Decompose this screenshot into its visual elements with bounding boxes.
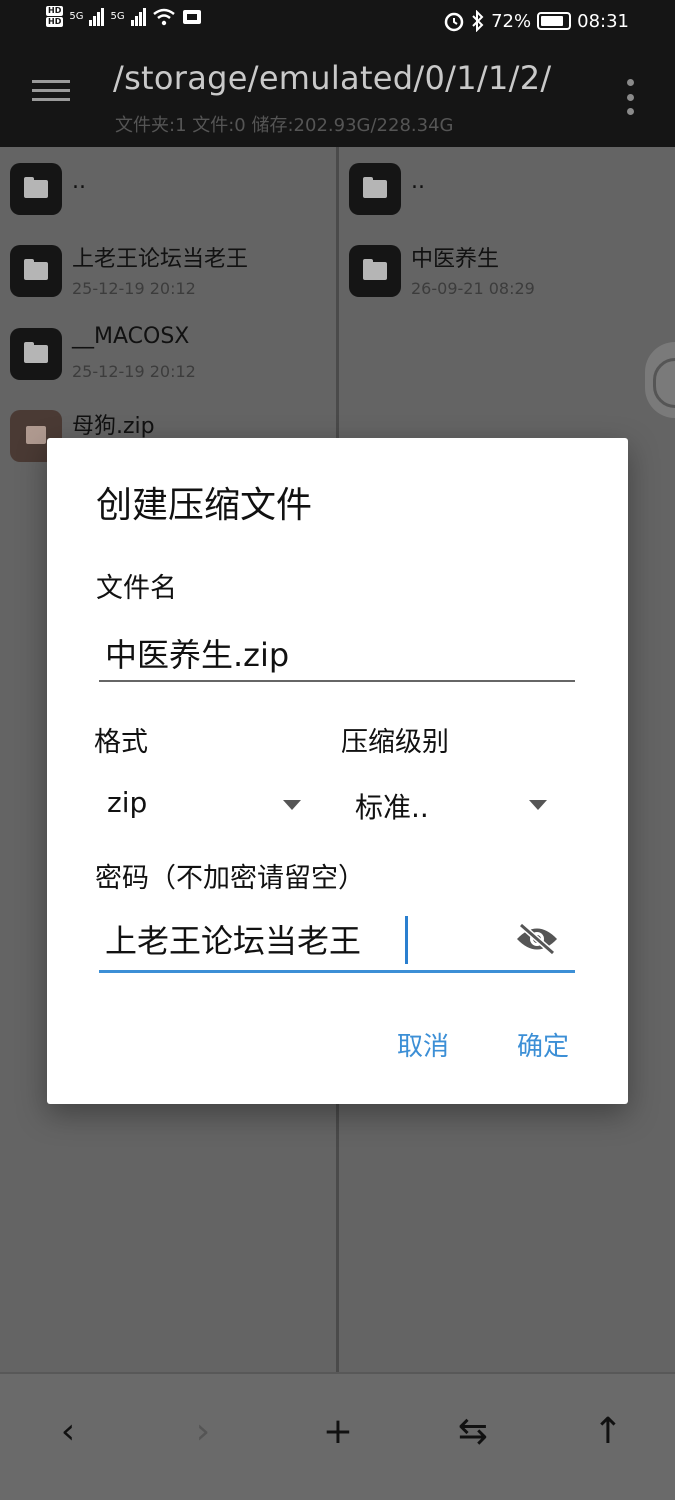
create-archive-dialog: 创建压缩文件 文件名 中医养生.zip 格式 压缩级别 zip 标准.. 密码（… <box>47 438 628 1104</box>
list-item[interactable]: 上老王论坛当老王 25-12-19 20:12 <box>0 237 336 317</box>
folder-icon <box>10 163 62 215</box>
storage-stats: 文件夹:1 文件:0 储存:202.93G/228.34G <box>115 115 454 136</box>
format-value: zip <box>107 786 148 819</box>
folder-icon <box>10 328 62 380</box>
hd-badges: HD HD <box>46 6 64 27</box>
level-value: 标准.. <box>355 791 429 824</box>
password-value: 上老王论坛当老王 <box>105 922 362 960</box>
alarm-icon <box>444 12 464 32</box>
swap-panes-button[interactable]: ⇆ <box>443 1402 503 1462</box>
filename-label: 文件名 <box>96 573 177 604</box>
password-field[interactable]: 上老王论坛当老王 <box>99 910 575 974</box>
item-name: 上老王论坛当老王 <box>72 247 249 272</box>
ok-button[interactable]: 确定 <box>517 1026 569 1063</box>
item-name: 母狗.zip <box>72 414 155 439</box>
app-bar: /storage/emulated/0/1/1/2/ 文件夹:1 文件:0 储存… <box>0 45 675 147</box>
dialog-title: 创建压缩文件 <box>96 485 313 526</box>
item-name: .. <box>411 169 425 194</box>
forward-button[interactable]: › <box>173 1402 233 1462</box>
more-options-icon[interactable] <box>625 79 635 115</box>
status-left: HD HD 5G 5G <box>46 6 202 27</box>
password-underline <box>99 970 575 973</box>
signal-icon-2 <box>130 7 146 26</box>
bluetooth-icon <box>472 10 484 32</box>
item-name: .. <box>72 169 86 194</box>
format-label: 格式 <box>94 727 148 758</box>
chevron-down-icon <box>529 800 547 810</box>
list-item[interactable]: 中医养生 26-09-21 08:29 <box>339 237 675 317</box>
filename-field[interactable]: 中医养生.zip <box>99 626 575 684</box>
hd-badge-2: HD <box>46 17 64 27</box>
status-right: 72% 08:31 <box>443 10 629 32</box>
floating-handle[interactable] <box>645 342 675 418</box>
parent-dir-button[interactable]: ↑ <box>578 1402 638 1462</box>
format-select[interactable]: zip <box>97 784 307 828</box>
hd-badge-1: HD <box>46 6 64 16</box>
current-path: /storage/emulated/0/1/1/2/ <box>113 59 552 97</box>
item-date: 25-12-19 20:12 <box>72 279 196 298</box>
folder-icon <box>349 163 401 215</box>
list-item[interactable]: .. <box>339 155 675 235</box>
status-bar: HD HD 5G 5G 72% 08:31 <box>0 0 675 45</box>
cancel-button[interactable]: 取消 <box>397 1026 449 1063</box>
item-name: 中医养生 <box>411 247 500 272</box>
chevron-down-icon <box>283 800 301 810</box>
item-date: 25-12-19 20:12 <box>72 362 196 381</box>
visibility-off-icon[interactable] <box>515 922 559 956</box>
net-label-1: 5G <box>69 11 84 22</box>
text-caret <box>405 916 408 964</box>
net-label-2: 5G <box>110 11 125 22</box>
battery-icon <box>537 12 572 30</box>
add-button[interactable]: + <box>308 1402 368 1462</box>
list-item[interactable]: .. <box>0 155 336 235</box>
level-label: 压缩级别 <box>341 727 449 758</box>
level-select[interactable]: 标准.. <box>345 784 555 828</box>
item-name: __MACOSX <box>72 324 190 349</box>
battery-percent: 72% <box>491 10 532 32</box>
list-item[interactable]: __MACOSX 25-12-19 20:12 <box>0 320 336 400</box>
folder-icon <box>10 245 62 297</box>
back-button[interactable]: ‹ <box>38 1402 98 1462</box>
password-label: 密码（不加密请留空） <box>95 863 365 894</box>
signal-icon <box>89 7 105 26</box>
filename-value: 中医养生.zip <box>105 636 290 674</box>
bottom-nav: ‹ › + ⇆ ↑ <box>0 1372 675 1500</box>
nfc-icon <box>182 9 201 24</box>
menu-icon[interactable] <box>30 75 72 113</box>
filename-underline <box>99 680 575 682</box>
clock: 08:31 <box>577 10 629 32</box>
folder-icon <box>349 245 401 297</box>
wifi-icon <box>152 8 175 25</box>
item-date: 26-09-21 08:29 <box>411 279 535 298</box>
